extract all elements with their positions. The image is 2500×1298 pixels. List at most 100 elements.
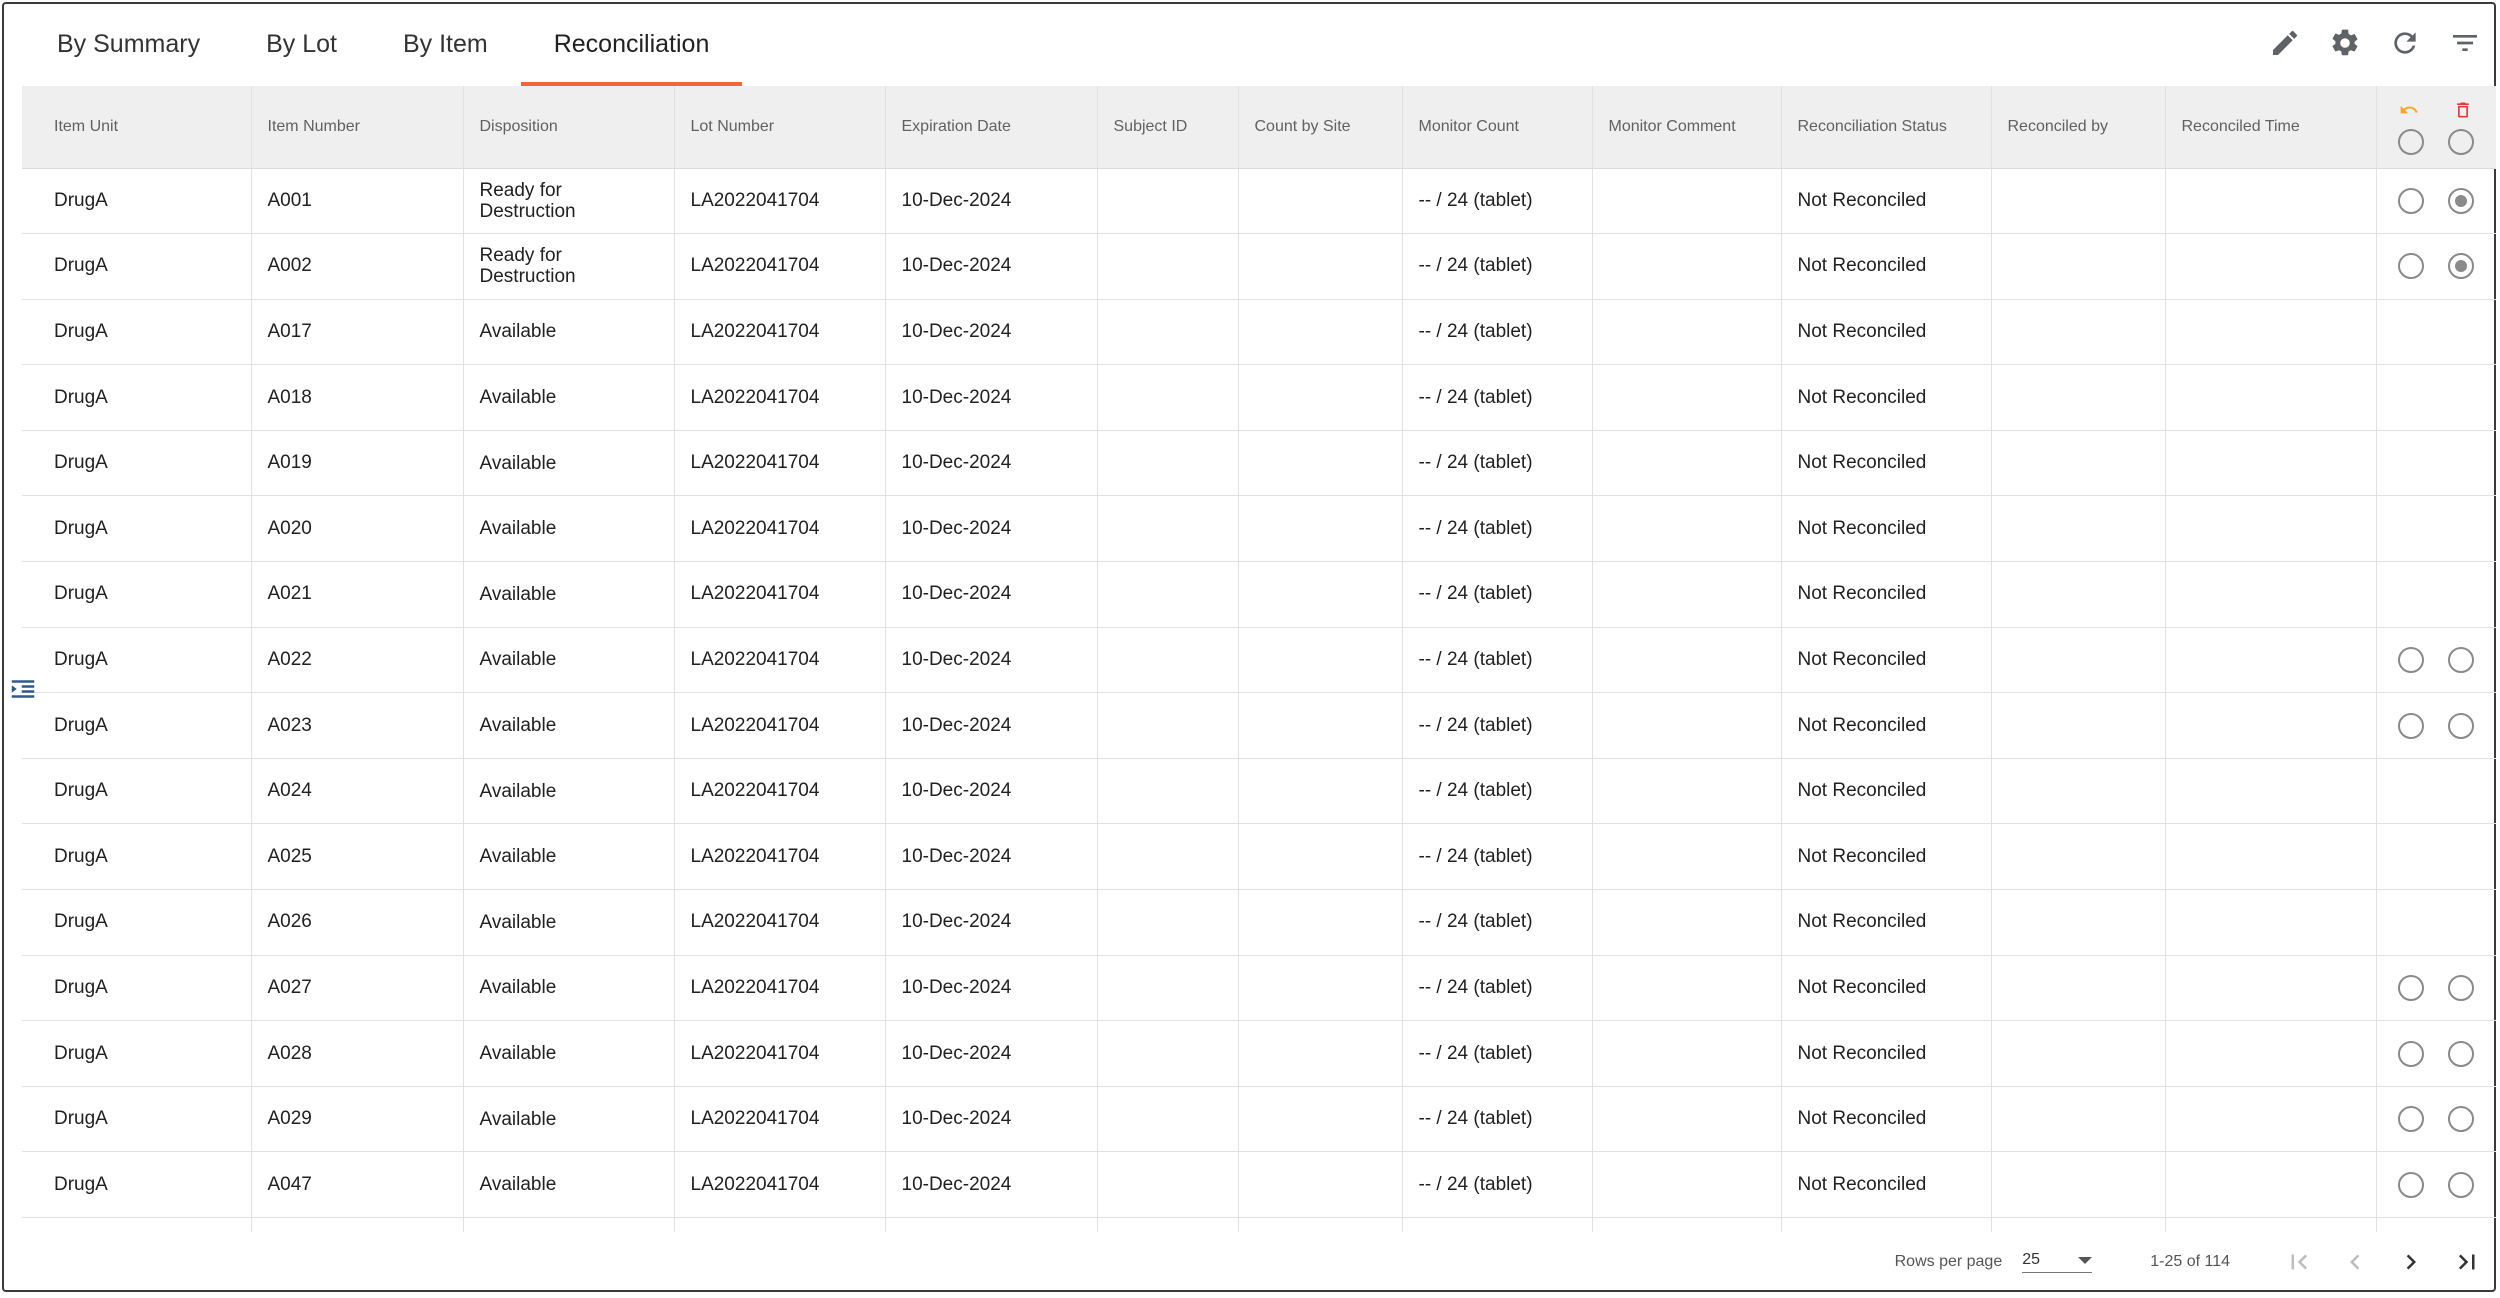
cell-reconciliation-status: Not Reconciled — [1781, 1020, 1992, 1087]
cell-monitor-comment — [1592, 364, 1782, 431]
col-header-monitor-count[interactable]: Monitor Count — [1402, 86, 1593, 169]
col-header-expiration-date[interactable]: Expiration Date — [885, 86, 1098, 169]
cell-actions — [2376, 168, 2496, 235]
cell-count-by-site — [1238, 168, 1403, 235]
cell-count-by-site — [1238, 299, 1403, 366]
undo-radio[interactable] — [2398, 1106, 2425, 1133]
table-row[interactable]: DrugA A023 Available LA2022041704 10-Dec-202… — [22, 692, 2496, 759]
cell-reconciled-time — [2165, 823, 2377, 891]
table-row[interactable]: DrugA A026 Available LA2022041704 10-Dec-202… — [22, 889, 2496, 956]
table-row[interactable]: DrugA A025 Available LA2022041704 10-Dec-202… — [22, 823, 2496, 891]
delete-radio[interactable] — [2448, 974, 2475, 1001]
cell-item-number: A047 — [251, 1151, 464, 1218]
cell-reconciled-time — [2165, 233, 2377, 300]
select-all-undo-radio[interactable] — [2398, 128, 2425, 155]
undo-radio[interactable] — [2398, 646, 2425, 673]
col-header-count-by-site[interactable]: Count by Site — [1238, 86, 1403, 169]
cell-actions — [2376, 1020, 2496, 1087]
undo-radio[interactable] — [2398, 1040, 2425, 1067]
cell-reconciled-time — [2165, 364, 2377, 431]
table-row[interactable]: DrugA A019 Available LA2022041704 10-Dec-202… — [22, 430, 2496, 497]
table-row[interactable]: DrugA A028 Available LA2022041704 10-Dec-202… — [22, 1020, 2496, 1087]
col-header-reconciliation-status[interactable]: Reconciliation Status — [1781, 86, 1992, 169]
delete-radio[interactable] — [2448, 1040, 2475, 1067]
table-row[interactable]: DrugA A027 Available LA2022041704 10-Dec-202… — [22, 955, 2496, 1022]
delete-radio[interactable] — [2448, 646, 2475, 673]
table-row[interactable]: DrugA A021 Available LA2022041704 10-Dec-202… — [22, 561, 2496, 628]
undo-radio[interactable] — [2398, 187, 2425, 214]
chevron-left-icon — [2350, 1254, 2360, 1270]
rows-per-page-select[interactable]: 25 — [2022, 1251, 2093, 1273]
tab-reconciliation[interactable]: Reconciliation — [520, 4, 743, 86]
cell-count-by-site — [1238, 1217, 1403, 1232]
delete-radio[interactable] — [2448, 1171, 2475, 1198]
table-row[interactable]: DrugA A024 Available LA2022041704 10-Dec-202… — [22, 758, 2496, 825]
filter-button[interactable] — [2446, 24, 2484, 62]
col-header-lot-number[interactable]: Lot Number — [674, 86, 886, 169]
cell-reconciliation-status: Not Reconciled — [1781, 233, 1992, 300]
cell-expiration-date: 10-Dec-2024 — [885, 495, 1098, 563]
cell-lot-number: LA2022041704 — [674, 495, 886, 563]
tab-by-summary[interactable]: By Summary — [24, 4, 233, 86]
undo-radio[interactable] — [2398, 974, 2425, 1001]
table-row[interactable]: DrugA A017 Available LA2022041704 10-Dec-202… — [22, 299, 2496, 366]
cell-monitor-count: -- / 24 (tablet) — [1402, 233, 1593, 300]
edit-button[interactable] — [2266, 24, 2304, 62]
cell-lot-number: LA2022041704 — [674, 692, 886, 759]
select-all-delete-radio[interactable] — [2448, 128, 2475, 155]
table-row[interactable]: DrugA A047 Available LA2022041704 10-Dec-202… — [22, 1151, 2496, 1218]
chevron-right-icon — [2406, 1254, 2416, 1270]
delete-radio[interactable] — [2448, 712, 2475, 739]
delete-radio[interactable] — [2448, 1106, 2475, 1133]
reconciliation-table-container[interactable]: Item Unit Item Number Disposition Lot Nu… — [22, 86, 2496, 1232]
undo-radio[interactable] — [2398, 1171, 2425, 1198]
cell-item-number: A026 — [251, 889, 464, 956]
settings-button[interactable] — [2326, 24, 2364, 62]
table-row[interactable]: DrugA A020 Available LA2022041704 10-Dec-202… — [22, 495, 2496, 563]
table-row[interactable]: DrugA A002 Ready for Destruction LA20220417… — [22, 233, 2496, 300]
table-row[interactable]: DrugA A022 Available LA2022041704 10-Dec-202… — [22, 627, 2496, 694]
delete-radio[interactable] — [2448, 253, 2475, 280]
undo-radio[interactable] — [2398, 253, 2425, 280]
cell-subject-id — [1097, 233, 1239, 300]
previous-page-button[interactable] — [2336, 1243, 2374, 1281]
cell-disposition: Available — [463, 495, 675, 563]
delete-icon[interactable] — [2453, 100, 2473, 120]
cell-item-unit: DrugA — [22, 955, 252, 1022]
cell-expiration-date: 10-Dec-2024 — [885, 758, 1098, 825]
table-row[interactable]: DrugA A018 Available LA2022041704 10-Dec-202… — [22, 364, 2496, 431]
cell-monitor-count: -- / 24 (tablet) — [1402, 1151, 1593, 1218]
undo-radio[interactable] — [2398, 712, 2425, 739]
first-page-button[interactable] — [2280, 1243, 2318, 1281]
side-panel-toggle[interactable] — [8, 674, 38, 704]
cell-item-number: A001 — [251, 168, 464, 235]
col-header-item-number[interactable]: Item Number — [251, 86, 464, 169]
table-row[interactable] — [22, 1217, 2496, 1232]
expand-menu-icon — [11, 680, 35, 698]
cell-subject-id — [1097, 627, 1239, 694]
col-header-monitor-comment[interactable]: Monitor Comment — [1592, 86, 1782, 169]
tab-by-item[interactable]: By Item — [370, 4, 521, 86]
table-row[interactable]: DrugA A029 Available LA2022041704 10-Dec-202… — [22, 1086, 2496, 1153]
first-page-icon — [2291, 1254, 2308, 1270]
delete-radio[interactable] — [2448, 187, 2475, 214]
col-header-item-unit[interactable]: Item Unit — [22, 86, 252, 169]
cell-subject-id — [1097, 823, 1239, 891]
col-header-disposition[interactable]: Disposition — [463, 86, 675, 169]
cell-reconciled-time — [2165, 561, 2377, 628]
col-header-reconciled-by[interactable]: Reconciled by — [1991, 86, 2166, 169]
table-row[interactable]: DrugA A001 Ready for Destruction LA20220417… — [22, 168, 2496, 235]
next-page-button[interactable] — [2392, 1243, 2430, 1281]
cell-item-unit: DrugA — [22, 1020, 252, 1087]
edit-icon — [2273, 30, 2298, 55]
cell-subject-id — [1097, 1151, 1239, 1218]
refresh-button[interactable] — [2386, 24, 2424, 62]
cell-item-number: A017 — [251, 299, 464, 366]
cell-monitor-count: -- / 24 (tablet) — [1402, 1020, 1593, 1087]
undo-icon[interactable] — [2399, 100, 2419, 120]
col-header-subject-id[interactable]: Subject ID — [1097, 86, 1239, 169]
tab-by-lot[interactable]: By Lot — [233, 4, 370, 86]
cell-subject-id — [1097, 430, 1239, 497]
last-page-button[interactable] — [2448, 1243, 2486, 1281]
col-header-reconciled-time[interactable]: Reconciled Time — [2165, 86, 2377, 169]
